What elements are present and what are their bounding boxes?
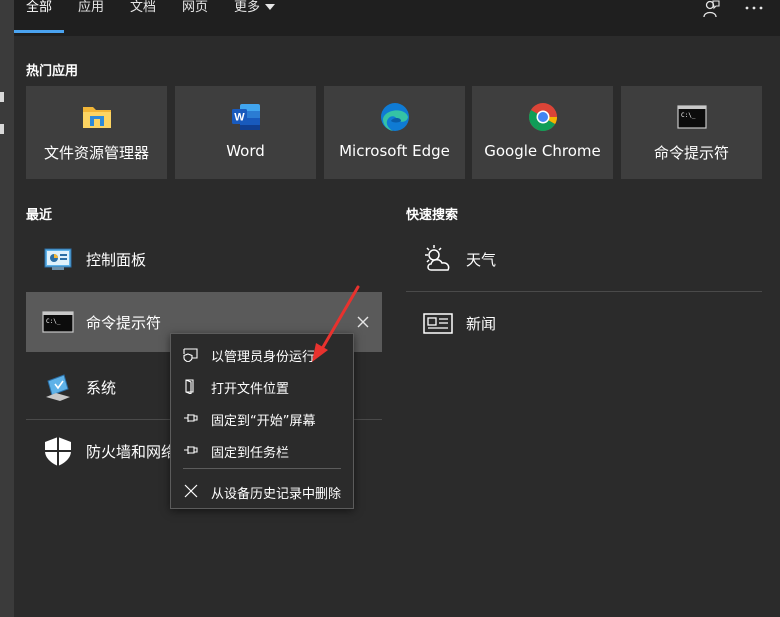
menu-item-pin-to-taskbar[interactable]: 固定到任务栏 [171, 433, 353, 465]
svg-text:C:\_: C:\_ [681, 112, 696, 119]
menu-item-label: 以管理员身份运行 [211, 350, 316, 365]
system-icon [46, 374, 70, 401]
tile-cmd[interactable]: C:\_ 命令提示符 [621, 86, 762, 179]
menu-item-pin-to-start[interactable]: 固定到“开始”屏幕 [171, 401, 353, 433]
weather-icon [425, 245, 450, 271]
background-tick [0, 124, 4, 134]
chevron-down-icon [265, 4, 276, 10]
pin-icon [184, 414, 198, 422]
tile-word[interactable]: W Word [175, 86, 316, 179]
tile-label: Microsoft Edge [339, 142, 450, 160]
tab-apps[interactable]: 应用 [78, 0, 104, 36]
quick-search-divider [406, 291, 762, 292]
menu-item-label: 打开文件位置 [211, 382, 290, 397]
menu-item-remove-from-history[interactable]: 从设备历史记录中删除 [171, 474, 353, 506]
recent-item-label: 防火墙和网络 [86, 443, 177, 461]
quick-search-title: 快速搜索 [406, 208, 459, 223]
more-options-icon[interactable] [744, 0, 764, 18]
pin-icon [184, 446, 198, 454]
search-panel: 全部 应用 文档 网页 更多 热门应用 文件资源管理器 W Word Micro… [14, 0, 780, 617]
close-icon [184, 484, 198, 498]
tile-label: Google Chrome [484, 142, 601, 160]
edge-icon [381, 103, 409, 131]
search-tab-bar: 全部 应用 文档 网页 更多 [14, 0, 780, 36]
word-icon: W [232, 104, 260, 130]
file-location-icon [185, 379, 194, 394]
quick-search-weather[interactable]: 天气 [406, 229, 762, 289]
tile-edge[interactable]: Microsoft Edge [324, 86, 465, 179]
context-menu: 以管理员身份运行 打开文件位置 固定到“开始”屏幕 固定到任务栏 从设备历史记录… [170, 333, 354, 509]
menu-item-label: 固定到“开始”屏幕 [211, 414, 316, 429]
shield-run-icon [183, 348, 198, 362]
quick-search-label: 天气 [466, 251, 497, 269]
recent-item-control-panel[interactable]: 控制面板 [26, 229, 382, 289]
menu-item-label: 从设备历史记录中删除 [211, 487, 342, 502]
news-icon [423, 313, 453, 334]
top-apps-title: 热门应用 [26, 64, 79, 79]
svg-text:W: W [234, 112, 245, 124]
cmd-icon: C:\_ [42, 311, 74, 333]
tile-label: 命令提示符 [653, 144, 729, 162]
tile-label: 文件资源管理器 [43, 144, 149, 162]
feedback-icon[interactable] [702, 0, 720, 18]
quick-search-label: 新闻 [466, 315, 497, 333]
cmd-icon: C:\_ [677, 105, 707, 129]
background-window-edge [0, 0, 14, 617]
tab-documents[interactable]: 文档 [130, 0, 156, 36]
active-tab-indicator [14, 30, 64, 33]
recent-item-label: 命令提示符 [86, 314, 162, 332]
recent-item-label: 控制面板 [86, 251, 147, 269]
firewall-shield-icon [45, 437, 71, 466]
file-explorer-icon [83, 107, 111, 128]
svg-text:C:\_: C:\_ [46, 318, 61, 325]
menu-item-label: 固定到任务栏 [211, 446, 290, 461]
background-tick [0, 92, 4, 102]
menu-separator [183, 468, 341, 469]
tile-label: Word [226, 142, 265, 160]
tile-chrome[interactable]: Google Chrome [472, 86, 613, 179]
tab-web[interactable]: 网页 [182, 0, 208, 36]
recent-item-label: 系统 [86, 379, 117, 397]
tile-file-explorer[interactable]: 文件资源管理器 [26, 86, 167, 179]
menu-item-open-file-location[interactable]: 打开文件位置 [171, 369, 353, 401]
quick-search-news[interactable]: 新闻 [406, 293, 762, 353]
control-panel-icon [44, 248, 72, 270]
recent-title: 最近 [26, 208, 53, 223]
tab-more[interactable]: 更多 [234, 0, 276, 36]
menu-item-run-as-admin[interactable]: 以管理员身份运行 [171, 337, 353, 369]
chrome-icon [529, 103, 557, 131]
close-icon[interactable] [356, 315, 370, 329]
